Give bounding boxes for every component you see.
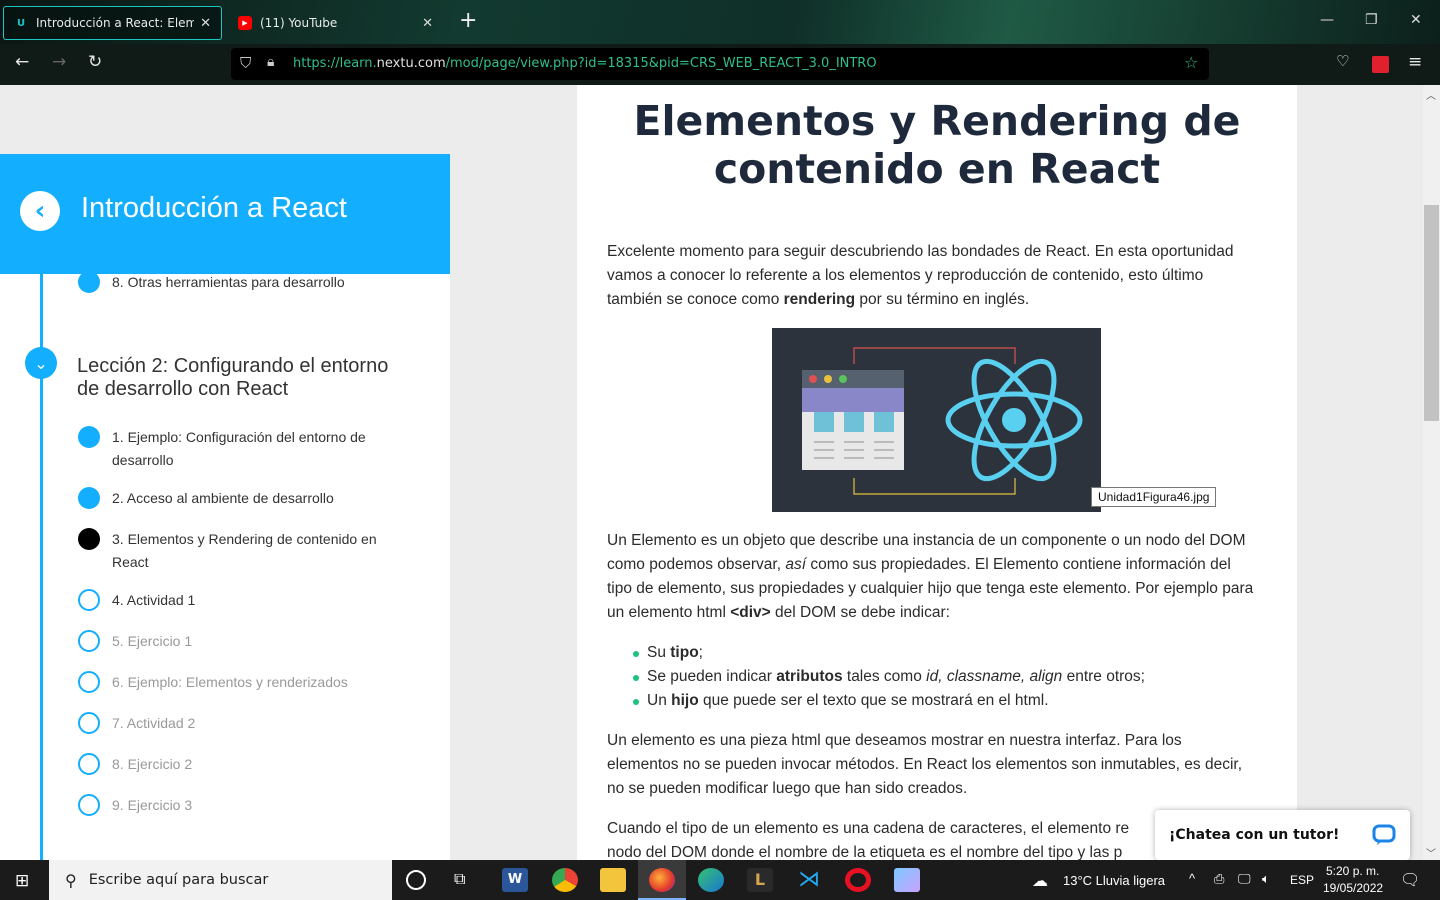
opera-icon[interactable] bbox=[845, 868, 871, 892]
network-icon[interactable]: 🖵︎ bbox=[1238, 871, 1251, 887]
paint-icon[interactable] bbox=[894, 868, 920, 892]
league-icon[interactable]: L bbox=[747, 868, 773, 892]
browser-tab-bar: U Introducción a React: Elementos y ✕ ▶ … bbox=[0, 0, 1440, 44]
clock-time[interactable]: 5:20 p. m. bbox=[1326, 864, 1379, 878]
task-view-icon[interactable]: ⧉ bbox=[454, 869, 465, 889]
intro-paragraph: Excelente momento para seguir descubrien… bbox=[607, 243, 1234, 308]
url-text[interactable]: https://learn.nextu.com/mod/page/view.ph… bbox=[293, 56, 877, 71]
cloud-rain-icon[interactable]: ☁ bbox=[1032, 871, 1048, 891]
extension-icon[interactable] bbox=[1372, 56, 1389, 73]
scrollbar[interactable]: ︿ ﹀ bbox=[1423, 85, 1440, 860]
url-bar[interactable]: ⛉ 🔒︎ https://learn.nextu.com/mod/page/vi… bbox=[231, 48, 1209, 80]
tab-active[interactable]: U Introducción a React: Elementos y ✕ bbox=[3, 6, 222, 40]
vscode-icon[interactable]: ⋊ bbox=[796, 868, 822, 892]
back-icon[interactable]: ← bbox=[15, 52, 29, 72]
chevron-up-icon[interactable]: ^ bbox=[1189, 871, 1195, 886]
search-icon: ⚲ bbox=[65, 870, 77, 890]
scrollbar-thumb[interactable] bbox=[1424, 205, 1439, 421]
chrome-icon[interactable] bbox=[552, 868, 578, 892]
close-tab-icon[interactable]: ✕ bbox=[422, 16, 433, 31]
sidebar-item-7[interactable]: 7. Actividad 2 bbox=[78, 712, 195, 735]
page-title: Elementos y Rendering de contenido en Re… bbox=[633, 97, 1241, 193]
sidebar-item-prev[interactable]: 8. Otras herramientas para desarrollo bbox=[78, 271, 345, 294]
pending-dot-icon bbox=[78, 671, 100, 693]
pending-dot-icon bbox=[78, 794, 100, 816]
tab-youtube[interactable]: ▶ (11) YouTube ✕ bbox=[228, 6, 443, 40]
language-indicator[interactable]: ESP bbox=[1290, 873, 1314, 887]
new-tab-button[interactable]: + bbox=[459, 9, 477, 33]
close-window-icon[interactable]: ✕ bbox=[1410, 12, 1422, 28]
sidebar-item-5[interactable]: 5. Ejercicio 1 bbox=[78, 630, 192, 653]
course-sidebar: ‹ Introducción a React 8. Otras herramie… bbox=[0, 154, 450, 860]
pending-dot-icon bbox=[78, 589, 100, 611]
react-diagram-image bbox=[772, 328, 1101, 512]
tab-title: (11) YouTube bbox=[260, 16, 338, 30]
page-viewport: ‹ Introducción a React 8. Otras herramie… bbox=[0, 85, 1440, 860]
restore-icon[interactable]: ❐ bbox=[1365, 12, 1378, 28]
list-item: Un hijo que puede ser el texto que se mo… bbox=[627, 689, 1145, 713]
current-dot-icon bbox=[78, 528, 100, 550]
element-paragraph: Un Elemento es un objeto que describe un… bbox=[607, 532, 1254, 621]
browser-nav-bar: ← → ↻ ⛉ 🔒︎ https://learn.nextu.com/mod/p… bbox=[0, 44, 1440, 85]
bullet-list: Su tipo; Se pueden indicar atributos tal… bbox=[627, 641, 1145, 713]
sidebar-header: ‹ Introducción a React bbox=[0, 154, 450, 274]
list-item: Su tipo; bbox=[627, 641, 1145, 665]
chat-widget[interactable]: ¡Chatea con un tutor! bbox=[1155, 810, 1410, 860]
chevron-down-icon[interactable]: ⌄ bbox=[25, 347, 57, 379]
menu-icon[interactable]: ≡ bbox=[1408, 52, 1422, 72]
pending-dot-icon bbox=[78, 753, 100, 775]
course-title: Introducción a React bbox=[81, 192, 347, 224]
word-icon[interactable]: W bbox=[502, 868, 528, 892]
file-explorer-icon[interactable] bbox=[600, 868, 626, 892]
weather-text[interactable]: 13°C Lluvia ligera bbox=[1063, 873, 1165, 888]
sidebar-item-4[interactable]: 4. Actividad 1 bbox=[78, 589, 195, 612]
lock-icon[interactable]: 🔒︎ bbox=[267, 54, 274, 70]
cortana-icon[interactable] bbox=[406, 870, 426, 890]
pending-dot-icon bbox=[78, 712, 100, 734]
windows-start-icon[interactable]: ⊞ bbox=[15, 871, 29, 891]
chat-bubble-icon[interactable] bbox=[1372, 824, 1396, 846]
paragraph: Un elemento es una pieza html que deseam… bbox=[607, 732, 1243, 797]
lesson-title[interactable]: Lección 2: Configurando el entorno de de… bbox=[77, 355, 407, 401]
sidebar-item-2[interactable]: 2. Acceso al ambiente de desarrollo bbox=[78, 487, 334, 510]
nextu-icon: U bbox=[16, 17, 26, 29]
back-chevron-icon[interactable]: ‹ bbox=[20, 191, 60, 231]
shield-icon[interactable]: ⛉ bbox=[240, 54, 251, 72]
pocket-icon[interactable]: ♡ bbox=[1336, 52, 1349, 70]
bookmark-star-icon[interactable]: ☆ bbox=[1184, 53, 1198, 72]
scroll-up-icon[interactable]: ︿ bbox=[1426, 87, 1436, 102]
minimize-icon[interactable]: — bbox=[1320, 12, 1334, 28]
edge-icon[interactable] bbox=[698, 868, 724, 892]
volume-icon[interactable]: 🔈︎ bbox=[1262, 871, 1270, 887]
sidebar-item-1[interactable]: 1. Ejemplo: Configuración del entorno de… bbox=[78, 426, 388, 472]
close-tab-icon[interactable]: ✕ bbox=[200, 16, 211, 31]
main-content: Elementos y Rendering de contenido en Re… bbox=[577, 85, 1297, 860]
sidebar-item-6[interactable]: 6. Ejemplo: Elementos y renderizados bbox=[78, 671, 348, 694]
list-item: Se pueden indicar atributos tales como i… bbox=[627, 665, 1145, 689]
done-dot-icon bbox=[78, 426, 100, 448]
reload-icon[interactable]: ↻ bbox=[88, 52, 102, 72]
done-dot-icon bbox=[78, 271, 100, 293]
image-tooltip: Unidad1Figura46.jpg bbox=[1091, 487, 1217, 507]
meet-icon[interactable]: ⎙ bbox=[1214, 871, 1224, 887]
sidebar-item-8[interactable]: 8. Ejercicio 2 bbox=[78, 753, 192, 776]
clock-date[interactable]: 19/05/2022 bbox=[1323, 881, 1383, 895]
tab-title: Introducción a React: Elementos y bbox=[36, 16, 195, 30]
windows-taskbar: ⊞ ⚲ Escribe aquí para buscar ⧉ W L ⋊ ☁ 1… bbox=[0, 860, 1440, 900]
notifications-icon[interactable]: 🗨︎ bbox=[1400, 870, 1420, 890]
sidebar-item-3[interactable]: 3. Elementos y Rendering de contenido en… bbox=[78, 528, 388, 574]
sidebar-item-9[interactable]: 9. Ejercicio 3 bbox=[78, 794, 192, 817]
pending-dot-icon bbox=[78, 630, 100, 652]
youtube-icon: ▶ bbox=[238, 16, 252, 30]
taskbar-search[interactable]: ⚲ Escribe aquí para buscar bbox=[49, 860, 392, 900]
forward-icon[interactable]: → bbox=[52, 52, 66, 72]
firefox-icon[interactable] bbox=[649, 868, 675, 892]
scroll-down-icon[interactable]: ﹀ bbox=[1426, 845, 1436, 860]
done-dot-icon bbox=[78, 487, 100, 509]
